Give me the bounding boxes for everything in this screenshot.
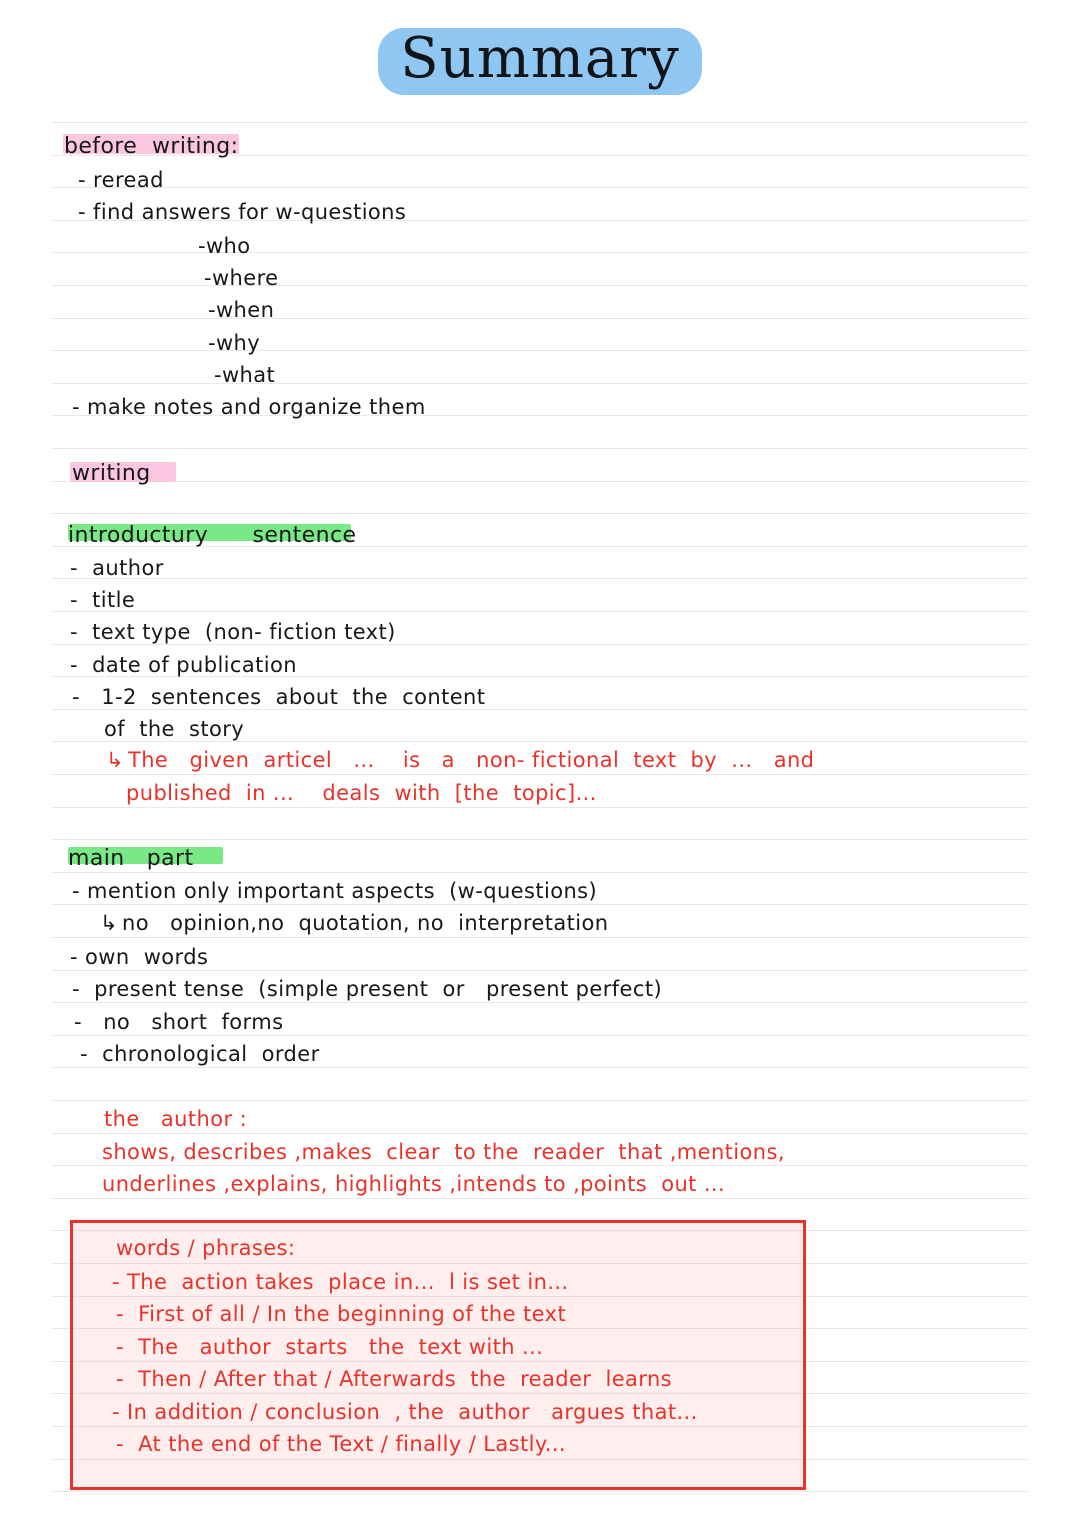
arrow-icon-main-sub: ↳ (100, 911, 118, 935)
page-title-container: Summary (0, 28, 1080, 95)
list-item-find-answers: - find answers for w-questions (78, 200, 407, 224)
list-item-mention-aspects: - mention only important aspects (w-ques… (72, 879, 598, 903)
words-phrases-item-2: - First of all / In the beginning of the… (116, 1302, 567, 1326)
list-item-reread: - reread (78, 168, 164, 192)
words-phrases-item-1: - The action takes place in... l is set … (112, 1270, 569, 1294)
notes-content: before writing: - reread - find answers … (0, 0, 1080, 1527)
list-item-chronological-order: - chronological order (80, 1042, 320, 1066)
list-item-sentences-about-content: - 1-2 sentences about the content (72, 685, 486, 709)
heading-main-part: main part (68, 846, 194, 871)
list-item-own-words: - own words (70, 945, 209, 969)
heading-the-author: the author : (104, 1107, 248, 1131)
heading-words-phrases: words / phrases: (116, 1236, 296, 1260)
the-author-line-2: underlines ,explains, highlights ,intend… (102, 1172, 726, 1196)
list-item-no-short-forms: - no short forms (74, 1010, 284, 1034)
list-item-present-tense: - present tense (simple present or prese… (72, 977, 663, 1001)
list-item-what: -what (214, 363, 276, 387)
list-item-why: -why (208, 331, 261, 355)
list-item-text-type: - text type (non- fiction text) (70, 620, 396, 644)
list-item-date-of-publication: - date of publication (70, 653, 297, 677)
list-item-of-the-story: of the story (104, 717, 245, 741)
list-item-who: -who (198, 234, 251, 258)
words-phrases-item-5: - In addition / conclusion , the author … (112, 1400, 698, 1424)
list-item-when: -when (208, 298, 275, 322)
heading-before-writing: before writing: (64, 134, 239, 159)
words-phrases-item-3: - The author starts the text with ... (116, 1335, 544, 1359)
heading-introductory-sentence: introductury sentence (68, 523, 357, 548)
sub-item-no-opinion: no opinion,no quotation, no interpretati… (122, 911, 609, 935)
page-title: Summary (378, 28, 702, 95)
heading-writing: writing (72, 461, 151, 486)
the-author-line-1: shows, describes ,makes clear to the rea… (102, 1140, 785, 1164)
words-phrases-item-6: - At the end of the Text / finally / Las… (116, 1432, 566, 1456)
list-item-where: -where (204, 266, 279, 290)
list-item-make-notes: - make notes and organize them (72, 395, 426, 419)
arrow-icon-intro-example: ↳ (106, 748, 124, 772)
intro-example-line-1: The given articel ... is a non- fictiona… (128, 748, 815, 772)
intro-example-line-2: published in ... deals with [the topic].… (126, 781, 597, 805)
list-item-title: - title (70, 588, 136, 612)
words-phrases-item-4: - Then / After that / Afterwards the rea… (116, 1367, 673, 1391)
list-item-author: - author (70, 556, 164, 580)
